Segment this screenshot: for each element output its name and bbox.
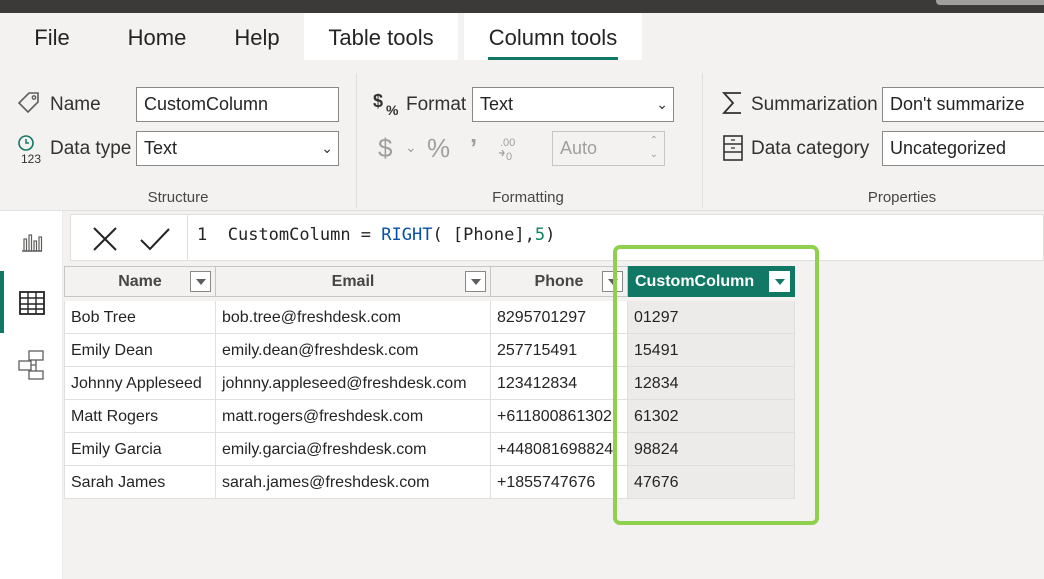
table-cell[interactable]: emily.dean@freshdesk.com [216,334,491,367]
table-cell[interactable]: 257715491 [491,334,628,367]
svg-text:.00: .00 [500,137,515,149]
filter-dropdown-icon[interactable] [602,271,623,292]
group-formatting-label: Formatting [492,189,564,206]
commit-formula-icon[interactable] [139,225,171,258]
column-header-label: Name [118,273,162,290]
datatype-123-icon: 123 [17,134,47,171]
decimal-places-input[interactable]: Auto ⌃ ⌄ [552,131,665,166]
svg-text:123: 123 [21,152,41,166]
table-cell[interactable]: bob.tree@freshdesk.com [216,301,491,334]
svg-text:0: 0 [506,151,512,163]
formula-text[interactable]: 1 CustomColumn = RIGHT( [Phone],5) [197,225,555,245]
table-cell[interactable]: matt.rogers@freshdesk.com [216,400,491,433]
group-structure-label: Structure [147,189,209,206]
data-category-select[interactable]: Uncategorized [882,131,1044,166]
sigma-icon [721,90,745,121]
filter-dropdown-icon[interactable] [465,271,486,292]
datatype-select[interactable]: Text ⌄ [136,131,339,166]
datatype-label: Data type [50,138,132,159]
ribbon: File Home Help Table tools Column tools … [0,13,1044,211]
column-header-selected[interactable]: CustomColumn [628,266,795,297]
formula-line-number: 1 [197,225,208,245]
tab-table-tools[interactable]: Table tools [304,13,458,60]
format-label: Format [406,94,467,115]
tab-file[interactable]: File [14,13,90,60]
column-header-label: CustomColumn [635,273,755,290]
comma-style-icon[interactable]: ’ [470,133,477,164]
table-cell[interactable]: sarah.james@freshdesk.com [216,466,491,499]
formula-args: ( [Phone], [432,225,535,245]
divider [356,73,357,208]
table-cell[interactable]: 15491 [628,334,795,367]
formula-number: 5 [534,225,546,245]
svg-text:$: $ [373,91,383,111]
name-input[interactable]: CustomColumn [136,87,339,122]
summarization-select[interactable]: Don't summarize [882,87,1044,122]
datatype-value: Text [144,138,178,158]
chevron-down-icon[interactable]: ⌄ [405,139,417,156]
column-header[interactable]: Name [64,266,216,297]
table-cell[interactable]: +611800861302 [491,400,628,433]
table-view-icon [18,290,46,321]
column-header-label: Email [331,273,375,290]
chevron-down-icon: ⌄ [656,96,668,112]
report-view-icon [20,231,44,258]
formula-expression: CustomColumn = [227,225,382,245]
table-cell[interactable]: 12834 [628,367,795,400]
data-category-label: Data category [751,138,870,159]
divider [702,73,703,208]
tab-column-tools[interactable]: Column tools [464,13,642,60]
summarization-label: Summarization [751,94,878,115]
formula-bar: 1 CustomColumn = RIGHT( [Phone],5) [70,214,1044,261]
model-view-icon [17,349,47,386]
table-cell[interactable]: 61302 [628,400,795,433]
tag-icon [16,90,42,121]
svg-text:%: % [386,102,399,118]
table-cell[interactable]: Emily Dean [64,334,216,367]
formula-buttons [71,215,188,260]
data-view-button[interactable] [0,271,62,333]
decimal-places-icon[interactable]: .00 0 [497,135,525,168]
table-cell[interactable]: 01297 [628,301,795,334]
column-header[interactable]: Email [215,266,491,297]
model-view-button[interactable] [0,335,62,397]
spinner-icon[interactable]: ⌃ ⌄ [650,134,658,162]
format-value: Text [480,94,514,114]
format-select[interactable]: Text ⌄ [472,87,674,122]
filter-dropdown-icon[interactable] [769,271,790,292]
group-properties-label: Properties [867,189,937,206]
report-view-button[interactable] [0,211,62,273]
table-cell[interactable]: 123412834 [491,367,628,400]
title-bar [0,0,1044,13]
percent-icon[interactable]: % [427,133,450,164]
tab-home[interactable]: Home [112,13,202,60]
data-category-icon [722,134,744,167]
currency-icon[interactable]: $ [378,133,392,164]
table-cell[interactable]: 98824 [628,433,795,466]
cancel-formula-icon[interactable] [91,225,119,258]
table-cell[interactable]: Johnny Appleseed [64,367,216,400]
table-cell[interactable]: 47676 [628,466,795,499]
format-icon: $% [373,89,401,124]
table-cell[interactable]: +1855747676 [491,466,628,499]
table-cell[interactable]: Matt Rogers [64,400,216,433]
window-controls[interactable] [936,0,1044,5]
table-cell[interactable]: 8295701297 [491,301,628,334]
formula-function: RIGHT [381,225,433,245]
table-cell[interactable]: emily.garcia@freshdesk.com [216,433,491,466]
formula-close: ) [545,225,556,245]
chevron-down-icon: ⌄ [321,140,333,156]
table-cell[interactable]: Bob Tree [64,301,216,334]
table-cell[interactable]: Sarah James [64,466,216,499]
table-cell[interactable]: johnny.appleseed@freshdesk.com [216,367,491,400]
view-rail [0,211,63,579]
table-cell[interactable]: +448081698824 [491,433,628,466]
decimal-places-value: Auto [560,138,598,158]
column-header-label: Phone [534,273,584,290]
tab-help[interactable]: Help [222,13,292,60]
filter-dropdown-icon[interactable] [190,271,211,292]
name-label: Name [50,94,101,115]
table-cell[interactable]: Emily Garcia [64,433,216,466]
column-header[interactable]: Phone [490,266,628,297]
